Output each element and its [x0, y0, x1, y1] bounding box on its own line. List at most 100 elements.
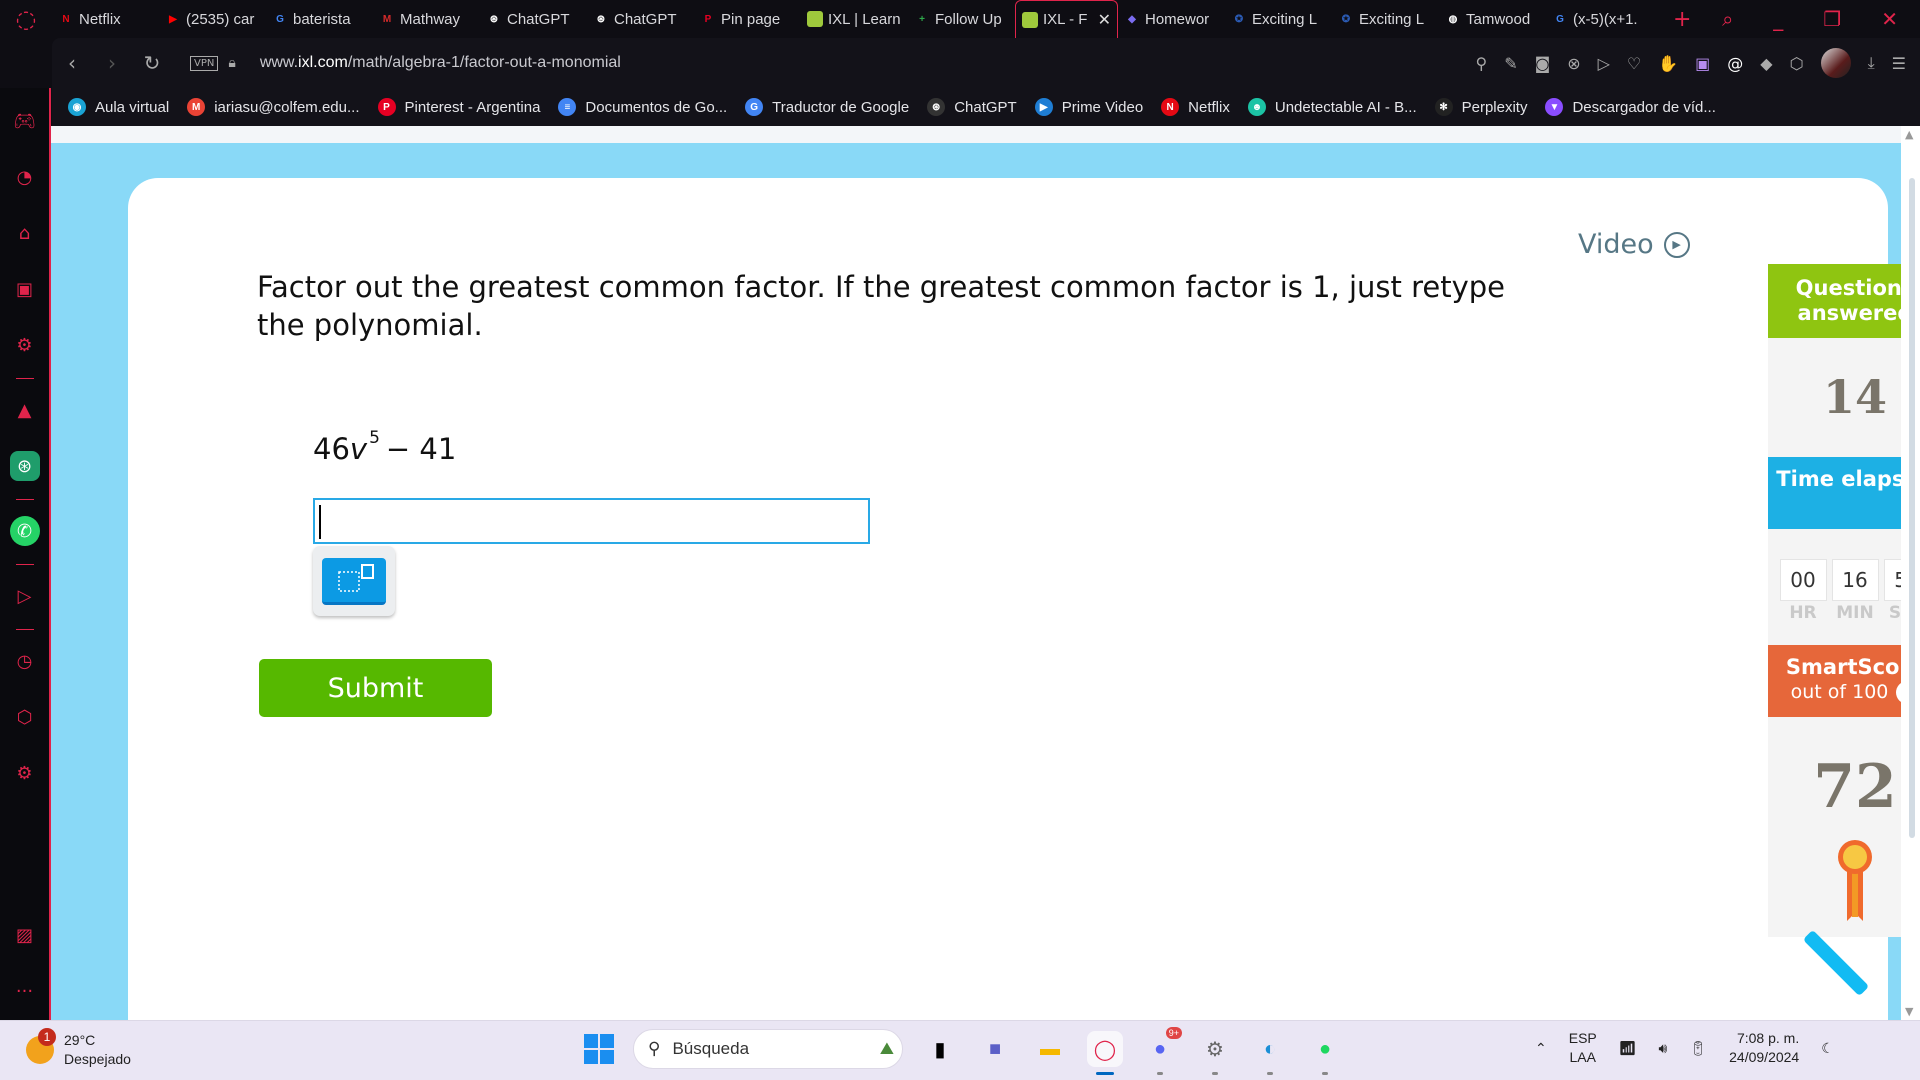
- settings-taskbar-icon[interactable]: ⚙: [1197, 1031, 1233, 1075]
- battery-icon[interactable]: 🔋︎: [1689, 1040, 1707, 1057]
- aria-icon[interactable]: ▲: [10, 395, 40, 425]
- minimize-button[interactable]: _: [1773, 7, 1783, 31]
- page-scrollbar[interactable]: ▲ ▼: [1901, 126, 1920, 1020]
- volume-icon[interactable]: 🔊︎: [1659, 1040, 1668, 1057]
- forward-button[interactable]: ›: [92, 51, 132, 75]
- wifi-icon[interactable]: 📶︎: [1619, 1040, 1637, 1057]
- zoom-icon[interactable]: ⚲: [1476, 54, 1488, 73]
- crest-icon: ✪: [1341, 13, 1351, 25]
- bookmark-0[interactable]: ◉ Aula virtual: [68, 98, 169, 116]
- bookmark-3[interactable]: ≡ Documentos de Go...: [558, 98, 727, 116]
- adblock-extension-icon[interactable]: ✋: [1658, 54, 1678, 73]
- tab-6[interactable]: P Pin page: [694, 0, 801, 38]
- restore-button[interactable]: ❐: [1823, 7, 1841, 31]
- file-explorer-icon[interactable]: ▬: [1032, 1031, 1068, 1067]
- block-icon[interactable]: ⊗: [1567, 54, 1580, 73]
- close-window-button[interactable]: ✕: [1881, 7, 1898, 31]
- box-icon[interactable]: ⬡: [10, 702, 40, 732]
- heart-icon[interactable]: ♡: [1627, 54, 1641, 73]
- vpn-badge[interactable]: VPN: [190, 55, 219, 71]
- chatgpt-sidebar-icon[interactable]: ⊛: [9, 451, 40, 481]
- google-icon: G: [1556, 13, 1564, 25]
- tab-10[interactable]: ◆ Homewor: [1118, 0, 1225, 38]
- bookmark-7[interactable]: N Netflix: [1161, 98, 1230, 116]
- search-tabs-icon[interactable]: ⌕: [1722, 7, 1733, 31]
- chatgpt-icon: ⊛: [489, 13, 499, 25]
- tab-5[interactable]: ⊛ ChatGPT: [587, 0, 694, 38]
- teams-meet-icon[interactable]: ■: [977, 1031, 1013, 1067]
- reload-button[interactable]: ↻: [132, 51, 172, 75]
- gallery-icon[interactable]: ▨: [10, 920, 40, 950]
- extension-spiral-icon[interactable]: @: [1727, 54, 1743, 73]
- more-icon[interactable]: ···: [10, 976, 40, 1006]
- history-icon[interactable]: ◷: [10, 646, 40, 676]
- task-view-icon[interactable]: ▮: [922, 1031, 958, 1067]
- math-palette: [313, 546, 395, 616]
- tab-9[interactable]: IXL IXL - F ✕: [1015, 0, 1118, 38]
- bookmark-10[interactable]: ▼ Descargador de víd...: [1545, 98, 1716, 116]
- discord-icon[interactable]: ● 9+: [1142, 1027, 1182, 1075]
- timer-hours: 00: [1779, 559, 1827, 601]
- tab-12[interactable]: ✪ Exciting L: [1332, 0, 1439, 38]
- language-indicator[interactable]: ESP LAA: [1569, 1029, 1597, 1067]
- edit-icon[interactable]: ✎: [1504, 54, 1517, 73]
- speedometer-icon[interactable]: ◔: [10, 162, 40, 192]
- submit-button[interactable]: Submit: [259, 659, 492, 717]
- lock-icon[interactable]: 🔒︎: [228, 55, 235, 71]
- video-link[interactable]: Video ▶: [1578, 229, 1690, 260]
- settings-sliders-icon[interactable]: ☰: [1892, 54, 1906, 73]
- send-icon[interactable]: ▷: [1598, 54, 1610, 73]
- bookmark-6[interactable]: ▶ Prime Video: [1034, 98, 1143, 116]
- answer-input[interactable]: [313, 498, 870, 544]
- bookmark-9[interactable]: ✻ Perplexity: [1434, 98, 1527, 116]
- search-icon: ⚲: [648, 1039, 661, 1058]
- scroll-down-icon[interactable]: ▼: [1905, 1005, 1913, 1018]
- bookmark-2[interactable]: P Pinterest - Argentina: [377, 98, 540, 116]
- close-tab-icon[interactable]: ✕: [1098, 10, 1111, 30]
- clock[interactable]: 7:08 p. m. 24/09/2024: [1729, 1029, 1799, 1067]
- exponent-button[interactable]: [322, 558, 386, 605]
- settings-icon[interactable]: ⚙: [10, 758, 40, 788]
- bookmark-1[interactable]: Miariasu@colfem.edu...: [187, 98, 360, 116]
- weather-widget[interactable]: 1 29°C Despejado: [26, 1028, 131, 1069]
- extension-icon[interactable]: ▣: [1695, 54, 1710, 73]
- bookmark-8[interactable]: ☻ Undetectable AI - B...: [1247, 98, 1417, 116]
- cube-icon[interactable]: ⬡: [1790, 54, 1804, 73]
- whatsapp-icon[interactable]: ✆: [9, 516, 40, 546]
- taskbar-search[interactable]: ⚲ Búsqueda ⛰: [633, 1029, 903, 1069]
- download-icon[interactable]: ⤓: [1868, 53, 1875, 73]
- spotify-icon[interactable]: ●: [1307, 1031, 1343, 1075]
- tab-3[interactable]: M Mathway: [373, 0, 480, 38]
- camera-icon[interactable]: ◙: [1535, 54, 1551, 73]
- tab-4[interactable]: ⊛ ChatGPT: [480, 0, 587, 38]
- tab-2[interactable]: Gbaterista: [266, 0, 373, 38]
- player-icon[interactable]: ▷: [10, 581, 40, 611]
- new-tab-button[interactable]: +: [1653, 7, 1711, 32]
- cpu-icon[interactable]: ⚙: [10, 330, 40, 360]
- gamepad-icon[interactable]: 🎮︎: [10, 106, 40, 136]
- tab-7[interactable]: IXL IXL | Learn: [801, 0, 908, 38]
- back-button[interactable]: ‹: [52, 51, 92, 75]
- tab-0[interactable]: N Netflix: [52, 0, 159, 38]
- bookmark-5[interactable]: ⊛ ChatGPT: [927, 98, 1017, 116]
- tab-13[interactable]: ◍ Tamwood: [1439, 0, 1546, 38]
- opera-gx-logo-icon[interactable]: ◌: [0, 0, 52, 38]
- tab-label: ChatGPT: [507, 10, 570, 28]
- twitch-icon[interactable]: ▣: [10, 274, 40, 304]
- tab-1[interactable]: ▶ (2535) car: [159, 0, 266, 38]
- url-field[interactable]: www.ixl.com/math/algebra-1/factor-out-a-…: [260, 54, 621, 72]
- tab-8[interactable]: + Follow Up: [908, 0, 1015, 38]
- windows-start-icon[interactable]: [584, 1034, 614, 1064]
- tray-overflow-icon[interactable]: ⌃: [1535, 1040, 1547, 1057]
- extension-gray-icon[interactable]: ◆: [1760, 54, 1772, 73]
- scrollbar-thumb[interactable]: [1909, 178, 1915, 838]
- edge-icon[interactable]: ◐: [1252, 1031, 1288, 1075]
- tab-11[interactable]: ✪ Exciting L: [1225, 0, 1332, 38]
- opera-gx-taskbar-icon[interactable]: ◯: [1087, 1031, 1123, 1075]
- shop-icon[interactable]: ⌂: [10, 218, 40, 248]
- focus-moon-icon[interactable]: ☾: [1821, 1040, 1834, 1057]
- tab-14[interactable]: G (x-5)(x+1.: [1546, 0, 1653, 38]
- bookmark-4[interactable]: G Traductor de Google: [745, 98, 909, 116]
- profile-avatar[interactable]: [1820, 48, 1851, 78]
- scroll-up-icon[interactable]: ▲: [1905, 128, 1913, 141]
